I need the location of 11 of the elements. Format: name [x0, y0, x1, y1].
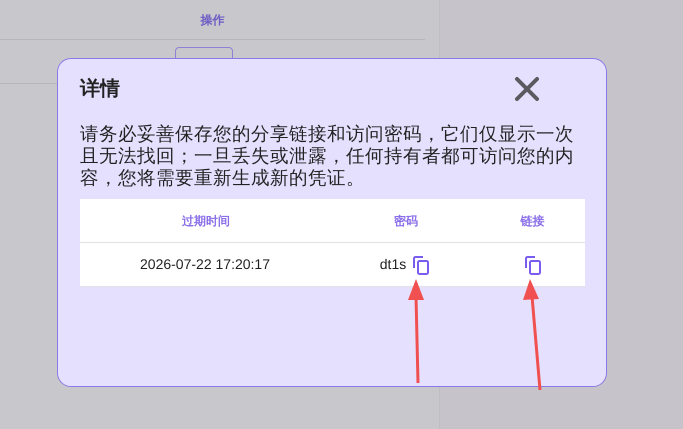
dialog-title: 详情	[80, 76, 120, 102]
notice-text: 请务必妥善保存您的分享链接和访问密码，它们仅显示一次且无法找回；一旦丢失或泄露，任何持有者都可访问您的内容，您将需要重新生成新的凭证。	[80, 123, 575, 189]
column-header: 密码	[394, 212, 418, 230]
table-cell-text: dt1s	[380, 255, 406, 274]
copy-icon[interactable]	[412, 254, 430, 274]
column-header: 过期时间	[182, 212, 230, 230]
close-icon[interactable]	[514, 76, 540, 102]
column-header: 链接	[520, 212, 544, 230]
table-cell-text: 2026-07-22 17:20:17	[140, 255, 270, 274]
copy-icon[interactable]	[524, 254, 542, 274]
column-header: 操作	[200, 12, 224, 28]
